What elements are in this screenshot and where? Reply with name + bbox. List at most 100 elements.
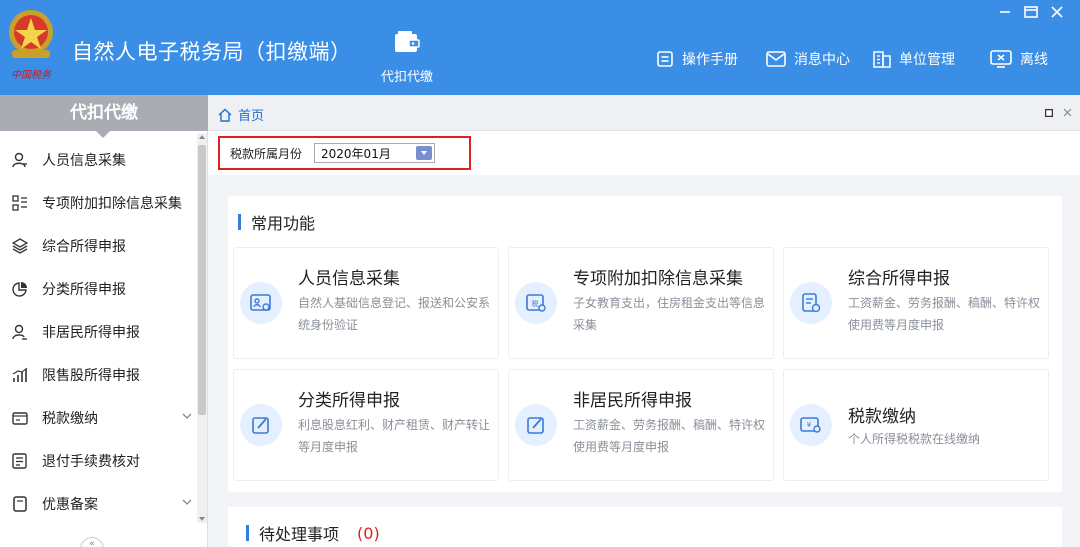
section-marker <box>246 525 249 541</box>
minimize-button[interactable] <box>992 2 1018 22</box>
list-icon <box>11 194 29 212</box>
card-personnel-info[interactable]: 人员信息采集 自然人基础信息登记、报送和公安系统身份验证 <box>233 247 499 359</box>
offline-icon <box>990 50 1012 68</box>
message-center-label: 消息中心 <box>794 52 850 68</box>
unit-management-label: 单位管理 <box>899 52 955 68</box>
sidebar-item-label: 分类所得申报 <box>42 282 126 298</box>
checklist-icon <box>11 452 29 470</box>
filter-bar: 税款所属月份 2020年01月 <box>208 131 1080 175</box>
manual-button[interactable]: 操作手册 <box>656 49 738 69</box>
sidebar-item-label: 退付手续费核对 <box>42 454 140 470</box>
sidebar-item-comprehensive-income[interactable]: 综合所得申报 <box>0 226 196 266</box>
card-tax-payment[interactable]: ¥ 税款缴纳 个人所得税税款在线缴纳 <box>783 369 1049 481</box>
sidebar-item-label: 税款缴纳 <box>42 411 98 427</box>
offline-label: 离线 <box>1020 52 1048 68</box>
sidebar-item-label: 非居民所得申报 <box>42 325 140 341</box>
close-icon <box>1063 108 1072 117</box>
app-title: 自然人电子税务局（扣缴端） <box>72 40 352 64</box>
sidebar-item-restricted-shares[interactable]: 限售股所得申报 <box>0 355 196 395</box>
sidebar-item-special-deduction[interactable]: 专项附加扣除信息采集 <box>0 183 196 223</box>
sidebar-scrollbar[interactable] <box>197 133 207 523</box>
card-description: 利息股息红利、财产租赁、财产转让等月度申报 <box>298 418 491 454</box>
module-tab-withholding[interactable]: 代扣代缴 <box>372 30 442 85</box>
tab-home[interactable]: 首页 <box>218 105 264 124</box>
card-description: 工资薪金、劳务报酬、稿酬、特许权使用费等月度申报 <box>848 296 1041 332</box>
double-chevron-icon: « <box>89 539 95 547</box>
common-functions-heading: 常用功能 <box>238 210 315 234</box>
message-center-button[interactable]: 消息中心 <box>766 49 850 69</box>
unit-management-button[interactable]: 单位管理 <box>873 49 955 69</box>
sidebar-item-label: 优惠备案 <box>42 497 98 513</box>
card-description: 子女教育支出，住房租金支出等信息采集 <box>573 296 766 332</box>
person-alt-icon <box>11 323 29 341</box>
card-title: 分类所得申报 <box>298 391 400 411</box>
scroll-up-icon[interactable] <box>199 135 205 139</box>
bar-chart-icon <box>11 366 29 384</box>
document-icon <box>11 495 29 513</box>
pending-count[interactable]: (0) <box>357 524 380 543</box>
card-nonresident-income[interactable]: 非居民所得申报 工资薪金、劳务报酬、稿酬、特许权使用费等月度申报 <box>508 369 774 481</box>
close-icon <box>1051 6 1063 18</box>
scroll-down-icon[interactable] <box>199 517 205 521</box>
restore-tab-button[interactable] <box>1044 106 1054 121</box>
sidebar-item-tax-payment[interactable]: 税款缴纳 <box>0 398 196 438</box>
close-tab-button[interactable] <box>1063 106 1072 121</box>
card-description: 自然人基础信息登记、报送和公安系统身份验证 <box>298 296 491 332</box>
home-icon <box>218 108 232 122</box>
pending-heading: 待处理事项 (0) <box>246 521 380 545</box>
sidebar-item-preferential-filing[interactable]: 优惠备案 <box>0 484 196 524</box>
tax-pay-icon: ¥ <box>790 404 832 446</box>
tax-month-filter: 税款所属月份 2020年01月 <box>218 136 471 170</box>
tax-form-icon: 税 <box>515 282 557 324</box>
dropdown-button[interactable] <box>416 146 433 160</box>
collapse-sidebar-button[interactable]: « <box>80 537 104 547</box>
edit-icon <box>240 404 282 446</box>
card-title: 非居民所得申报 <box>573 391 692 411</box>
sidebar-item-nonresident-income[interactable]: 非居民所得申报 <box>0 312 196 352</box>
tax-month-label: 税款所属月份 <box>230 146 303 161</box>
card-title: 专项附加扣除信息采集 <box>573 269 743 289</box>
scrollbar-thumb[interactable] <box>198 145 206 415</box>
tax-emblem-logo: 中国税务 <box>9 10 53 81</box>
wallet-icon <box>11 409 29 427</box>
card-description: 个人所得税税款在线缴纳 <box>848 432 981 446</box>
minimize-icon <box>1000 11 1010 13</box>
card-title: 税款缴纳 <box>848 407 916 427</box>
window-controls <box>992 2 1070 22</box>
svg-text:¥: ¥ <box>807 421 812 429</box>
square-icon <box>1044 108 1054 118</box>
common-functions-panel: 常用功能 人员信息采集 自然人基础信息登记、报送和公安系统身份验证 税 专项附加… <box>228 196 1062 492</box>
tax-month-value: 2020年01月 <box>321 146 391 161</box>
sidebar-title: 代扣代缴 <box>0 95 208 138</box>
sidebar-item-label: 综合所得申报 <box>42 239 126 255</box>
building-icon <box>873 51 891 68</box>
close-button[interactable] <box>1044 2 1070 22</box>
edit-icon <box>515 404 557 446</box>
pending-title: 待处理事项 <box>259 525 340 544</box>
chevron-down-icon[interactable] <box>182 412 192 420</box>
wallet-icon <box>395 31 420 52</box>
sidebar-item-classified-income[interactable]: 分类所得申报 <box>0 269 196 309</box>
card-classified-income[interactable]: 分类所得申报 利息股息红利、财产租赁、财产转让等月度申报 <box>233 369 499 481</box>
sidebar-item-fee-refund-check[interactable]: 退付手续费核对 <box>0 441 196 481</box>
pending-panel: 待处理事项 (0) <box>228 507 1062 547</box>
tab-bar: 首页 <box>208 95 1080 131</box>
card-description: 工资薪金、劳务报酬、稿酬、特许权使用费等月度申报 <box>573 418 766 454</box>
chevron-down-icon[interactable] <box>182 498 192 506</box>
section-marker <box>238 214 241 230</box>
sidebar-item-label: 人员信息采集 <box>42 153 126 169</box>
pie-icon <box>11 280 29 298</box>
chevron-down-icon <box>421 151 428 155</box>
person-icon <box>11 151 29 169</box>
id-card-icon <box>240 282 282 324</box>
card-title: 人员信息采集 <box>298 269 400 289</box>
manual-label: 操作手册 <box>682 52 738 68</box>
offline-button[interactable]: 离线 <box>990 49 1048 69</box>
sidebar-item-personnel-info[interactable]: 人员信息采集 <box>0 140 196 180</box>
svg-text:中国税务: 中国税务 <box>11 69 52 81</box>
card-comprehensive-income[interactable]: 综合所得申报 工资薪金、劳务报酬、稿酬、特许权使用费等月度申报 <box>783 247 1049 359</box>
tax-month-select[interactable]: 2020年01月 <box>314 143 436 163</box>
card-special-deduction[interactable]: 税 专项附加扣除信息采集 子女教育支出，住房租金支出等信息采集 <box>508 247 774 359</box>
sidebar: 代扣代缴 人员信息采集 专项附加扣除信息采集 综合所得申报 分类所得申报 非居民… <box>0 95 208 547</box>
maximize-button[interactable] <box>1018 2 1044 22</box>
